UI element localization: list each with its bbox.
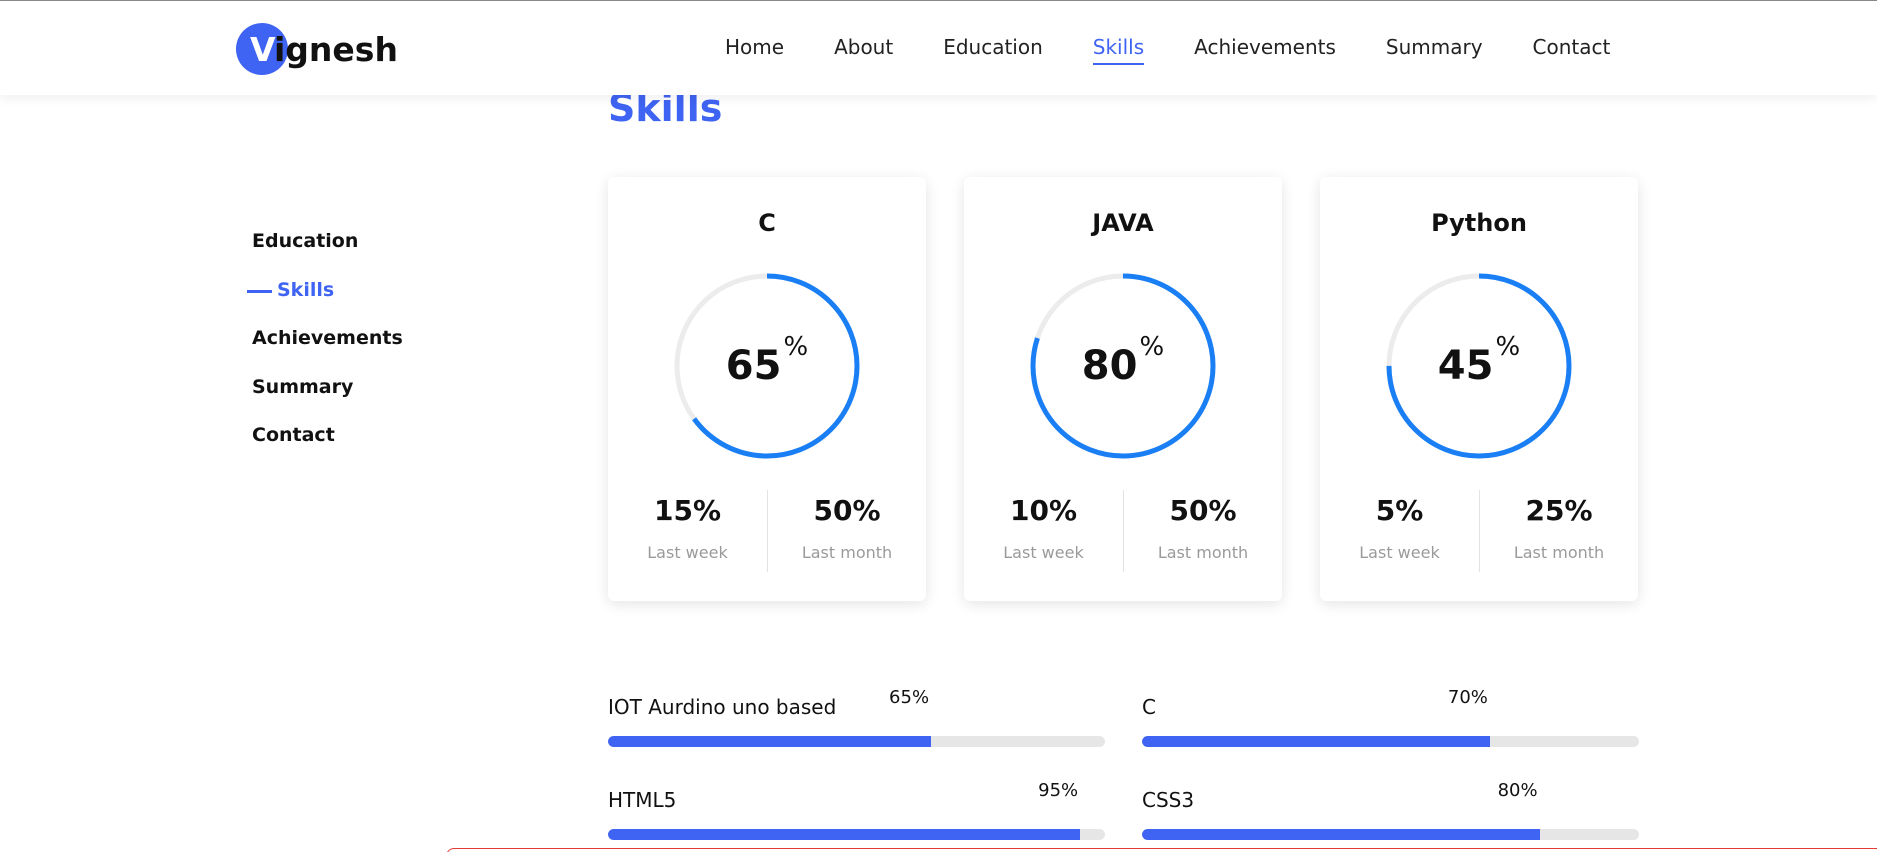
stat-label: Last week: [1003, 543, 1084, 562]
nav-skills[interactable]: Skills: [1092, 35, 1145, 65]
bar-label: IOT Aurdino uno based: [608, 695, 837, 719]
stat-label: Last week: [647, 543, 728, 562]
percent-sign: %: [1139, 332, 1165, 362]
bar-percent: 65%: [889, 687, 930, 708]
sidebar-item-education[interactable]: Education: [252, 230, 403, 279]
stat-label: Last week: [1359, 543, 1440, 562]
bar-label: C: [1142, 695, 1156, 719]
bar-percent: 70%: [1447, 687, 1488, 708]
progress-ring: 45 %: [1385, 272, 1573, 460]
progress-ring: 65 %: [673, 272, 861, 460]
active-indicator: [247, 289, 272, 293]
section-sidebar: Education Skills Achievements Summary Co…: [247, 230, 403, 473]
stat-last-month: 50% Last month: [767, 490, 926, 572]
bar-fill: [608, 829, 1081, 840]
next-section-edge: [446, 848, 1877, 852]
nav-about[interactable]: About: [834, 35, 893, 65]
stat-label: Last month: [1513, 543, 1605, 562]
sidebar-item-achievements[interactable]: Achievements: [252, 327, 403, 376]
stat-last-week: 5% Last week: [1320, 490, 1479, 572]
stat-label: Last month: [1157, 543, 1249, 562]
stat-value: 15%: [653, 494, 722, 527]
card-title: JAVA: [1092, 209, 1154, 237]
sidebar-item-label: Contact: [252, 424, 335, 446]
percent-sign: %: [783, 332, 809, 362]
bar-track: [1142, 736, 1639, 747]
card-title: Python: [1431, 209, 1527, 237]
bar-percent: 80%: [1497, 780, 1538, 801]
nav-summary[interactable]: Summary: [1386, 35, 1483, 65]
bar-track: [1142, 829, 1639, 840]
bar-percent: 95%: [1038, 780, 1079, 801]
logo-initial: V: [250, 29, 276, 69]
sidebar-item-label: Summary: [252, 375, 354, 398]
stat-value: 50%: [1169, 494, 1237, 527]
bar-fill: [1142, 829, 1540, 840]
bar-track: [608, 829, 1105, 840]
sidebar-item-summary[interactable]: Summary: [252, 376, 403, 425]
skill-card-c: C 65 % 15% Last week 50% Last month: [608, 177, 926, 601]
bar-fill: [608, 736, 932, 747]
ring-value: 65 %: [673, 272, 861, 460]
stat-last-month: 50% Last month: [1123, 490, 1282, 572]
sidebar-item-contact[interactable]: Contact: [252, 424, 403, 473]
percent-sign: %: [1495, 332, 1521, 362]
nav-education[interactable]: Education: [943, 35, 1043, 65]
stat-last-month: 25% Last month: [1479, 490, 1638, 572]
stats-row: 15% Last week 50% Last month: [608, 490, 926, 572]
stat-value: 10%: [1009, 494, 1078, 527]
sidebar-item-label: Achievements: [252, 327, 403, 349]
stats-row: 5% Last week 25% Last month: [1320, 490, 1638, 572]
bar-label: CSS3: [1142, 788, 1195, 812]
stat-label: Last month: [801, 543, 893, 562]
ring-value: 80 %: [1029, 272, 1217, 460]
card-title: C: [758, 209, 776, 237]
ring-percent: 80: [1081, 343, 1138, 389]
sidebar-item-skills[interactable]: Skills: [247, 279, 403, 328]
nav-contact[interactable]: Contact: [1533, 35, 1611, 65]
stats-row: 10% Last week 50% Last month: [964, 490, 1282, 572]
sidebar-item-label: Education: [252, 230, 359, 252]
logo-text: ignesh: [274, 29, 398, 69]
ring-percent: 65: [725, 343, 782, 389]
nav-achievements[interactable]: Achievements: [1194, 35, 1336, 65]
logo[interactable]: V ignesh: [236, 23, 398, 75]
sidebar-item-label: Skills: [277, 278, 335, 301]
bar-label: HTML5: [608, 788, 677, 812]
ring-percent: 45: [1437, 343, 1494, 389]
stat-value: 50%: [813, 494, 881, 527]
nav-home[interactable]: Home: [725, 35, 784, 65]
bar-track: [608, 736, 1105, 747]
stat-value: 25%: [1525, 494, 1593, 527]
main-nav: Home About Education Skills Achievements…: [725, 35, 1660, 65]
progress-ring: 80 %: [1029, 272, 1217, 460]
stat-last-week: 10% Last week: [964, 490, 1123, 572]
bar-fill: [1142, 736, 1490, 747]
ring-value: 45 %: [1385, 272, 1573, 460]
stat-last-week: 15% Last week: [608, 490, 767, 572]
stat-value: 5%: [1375, 494, 1424, 527]
skill-card-python: Python 45 % 5% Last week 25% Last month: [1320, 177, 1638, 601]
site-header: V ignesh Home About Education Skills Ach…: [0, 1, 1877, 95]
skill-card-java: JAVA 80 % 10% Last week 50% Last month: [964, 177, 1282, 601]
